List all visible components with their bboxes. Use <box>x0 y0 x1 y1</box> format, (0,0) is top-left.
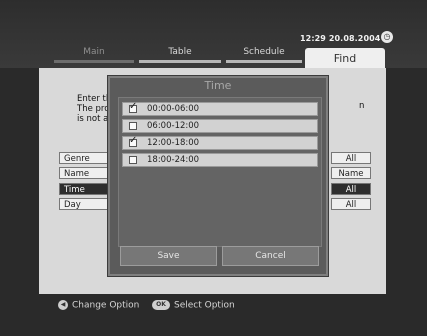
option-day-label[interactable]: Day <box>59 198 109 210</box>
check-icon: ✓ <box>129 101 138 112</box>
change-option-label: Change Option <box>72 300 140 311</box>
option-name-label[interactable]: Name <box>59 167 109 179</box>
time-slot-label: 00:00-06:00 <box>147 104 200 114</box>
time-slot-list: ✓ 00:00-06:00 06:00-12:00 ✓ 12:00-18:00 … <box>118 97 322 247</box>
time-slot-row[interactable]: 18:00-24:00 <box>122 153 318 167</box>
checkbox[interactable] <box>129 156 137 164</box>
tab-main-label: Main <box>83 47 105 57</box>
time-slot-row[interactable]: 06:00-12:00 <box>122 119 318 133</box>
time-dialog: Time ✓ 00:00-06:00 06:00-12:00 ✓ 12:00-1… <box>108 76 328 276</box>
change-option-hint: ◀ Change Option <box>58 300 139 311</box>
option-genre-label[interactable]: Genre <box>59 152 109 164</box>
select-option-hint: OK Select Option <box>152 300 235 311</box>
tab-find-label: Find <box>333 52 357 65</box>
instruction-tail: n <box>359 101 365 111</box>
save-button[interactable]: Save <box>120 246 217 266</box>
tab-table-label: Table <box>168 47 192 57</box>
tab-schedule[interactable]: Schedule <box>224 45 304 63</box>
time-slot-label: 06:00-12:00 <box>147 121 200 131</box>
tab-main[interactable]: Main <box>52 45 136 63</box>
option-name-value[interactable]: Name <box>331 167 371 179</box>
tab-schedule-label: Schedule <box>243 47 285 57</box>
option-time-label[interactable]: Time <box>59 183 109 195</box>
check-icon: ✓ <box>129 135 138 146</box>
option-genre-value[interactable]: All <box>331 152 371 164</box>
checkbox[interactable]: ✓ <box>129 101 138 113</box>
option-time-value[interactable]: All <box>331 183 371 195</box>
time-slot-row[interactable]: ✓ 00:00-06:00 <box>122 102 318 116</box>
arrow-keys-icon: ◀ <box>58 300 68 310</box>
option-day-value[interactable]: All <box>331 198 371 210</box>
ok-key-icon: OK <box>152 300 170 310</box>
checkbox[interactable] <box>129 122 137 130</box>
tab-find[interactable]: Find <box>305 48 385 68</box>
time-slot-label: 18:00-24:00 <box>147 155 200 165</box>
cancel-button[interactable]: Cancel <box>222 246 319 266</box>
time-slot-row[interactable]: ✓ 12:00-18:00 <box>122 136 318 150</box>
time-dialog-title: Time <box>204 79 232 92</box>
time-slot-label: 12:00-18:00 <box>147 138 200 148</box>
clock-icon: ◷ <box>381 31 393 43</box>
clock: 12:29 20.08.2004 <box>300 34 381 43</box>
select-option-label: Select Option <box>174 300 235 311</box>
checkbox[interactable]: ✓ <box>129 135 138 147</box>
tab-table[interactable]: Table <box>137 45 223 63</box>
